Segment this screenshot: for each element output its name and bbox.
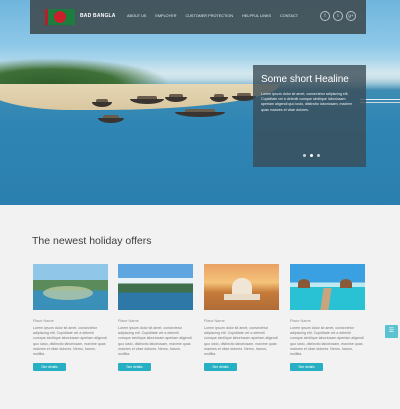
see-details-button[interactable]: See details — [204, 363, 237, 372]
place-name: Place Name — [204, 319, 225, 323]
side-menu-icon[interactable]: ☰ — [385, 325, 398, 338]
flag-logo-icon[interactable] — [45, 9, 75, 25]
see-details-button[interactable]: See details — [290, 363, 323, 372]
offer-card: Place Name Lorem ipsum dolor sit amet, c… — [118, 264, 193, 372]
offer-card: Place Name Lorem ipsum dolor sit amet, c… — [33, 264, 108, 372]
nav-employer[interactable]: EMPLOYER — [155, 14, 176, 18]
offer-image[interactable] — [118, 264, 193, 310]
slider-headline: Some short Healine — [261, 74, 349, 85]
pier — [360, 99, 400, 103]
place-name: Place Name — [33, 319, 54, 323]
slider-dot[interactable] — [303, 154, 306, 157]
boat — [98, 115, 124, 123]
twitter-icon[interactable]: t — [333, 11, 343, 21]
slider-dot[interactable] — [317, 154, 320, 157]
offers-section: The newest holiday offers Place Name Lor… — [0, 205, 400, 409]
hero-slider: BAD BANGLA ABOUT US EMPLOYER CUSTOMER PR… — [0, 0, 400, 205]
slider-text: Lorem ipsum dolor sit amet, consectetur … — [261, 92, 353, 112]
offer-card: Place Name Lorem ipsum dolor sit amet, c… — [204, 264, 279, 372]
slider-dot-active[interactable] — [310, 154, 313, 157]
main-nav: ABOUT US EMPLOYER CUSTOMER PROTECTION HE… — [127, 14, 307, 18]
place-name: Place Name — [290, 319, 311, 323]
slider-dots — [303, 154, 324, 157]
see-details-button[interactable]: See details — [33, 363, 66, 372]
nav-about-us[interactable]: ABOUT US — [127, 14, 146, 18]
see-details-button[interactable]: See details — [118, 363, 151, 372]
nav-customer-protection[interactable]: CUSTOMER PROTECTION — [185, 14, 233, 18]
top-navbar: BAD BANGLA ABOUT US EMPLOYER CUSTOMER PR… — [30, 0, 366, 34]
nav-helpful-links[interactable]: HELPFUL LINKS — [242, 14, 271, 18]
nav-contact[interactable]: CONTACT — [280, 14, 298, 18]
section-title: The newest holiday offers — [32, 235, 152, 247]
social-links: f t g+ — [317, 11, 356, 21]
place-description: Lorem ipsum dolor sit amet, consectetur … — [204, 326, 278, 357]
place-description: Lorem ipsum dolor sit amet, consectetur … — [118, 326, 192, 357]
place-description: Lorem ipsum dolor sit amet, consectetur … — [33, 326, 107, 357]
offer-image[interactable] — [33, 264, 108, 310]
brand-name[interactable]: BAD BANGLA — [80, 13, 116, 19]
google-plus-icon[interactable]: g+ — [346, 11, 356, 21]
boat — [175, 109, 225, 117]
slider-caption: Some short Healine Lorem ipsum dolor sit… — [253, 65, 366, 167]
place-description: Lorem ipsum dolor sit amet, consectetur … — [290, 326, 364, 357]
offer-card: Place Name Lorem ipsum dolor sit amet, c… — [290, 264, 365, 372]
place-name: Place Name — [118, 319, 139, 323]
offer-image[interactable] — [204, 264, 279, 310]
facebook-icon[interactable]: f — [320, 11, 330, 21]
offer-image[interactable] — [290, 264, 365, 310]
